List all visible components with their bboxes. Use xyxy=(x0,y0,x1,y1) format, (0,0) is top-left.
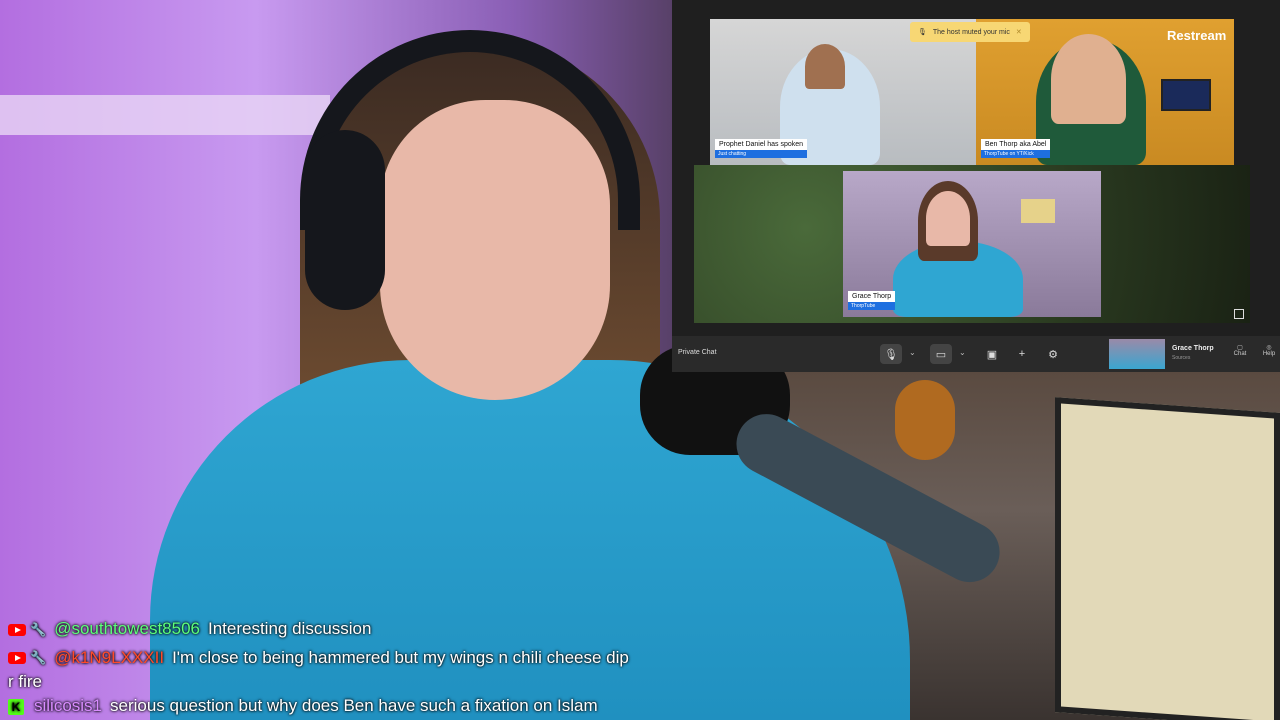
expand-icon[interactable] xyxy=(1234,309,1244,319)
muted-text: The host muted your mic xyxy=(932,28,1010,36)
chat-icon: ▢ xyxy=(1237,345,1243,351)
host-thumbnail[interactable] xyxy=(1109,339,1165,369)
help-button[interactable]: ◎ Help xyxy=(1258,344,1280,357)
chat-overlay: 🔧 @southtowest8506 Interesting discussion … xyxy=(0,615,900,720)
help-icon: ◎ xyxy=(1266,345,1272,351)
tv xyxy=(1161,79,1211,111)
mic-muted-icon: 🎙 xyxy=(918,29,927,36)
camera-icon[interactable]: ▭ xyxy=(930,344,952,364)
wrench-icon: 🔧 xyxy=(30,621,47,637)
chat-username: @k1N9LXXXII xyxy=(54,647,165,667)
meeting-toolbar: Private Chat 🎙 ⌄ ▭ ⌄ ▣ + ⚙ Grace Thorp S… xyxy=(672,336,1280,372)
participant-name: Ben Thorp aka Abel xyxy=(985,141,1047,148)
chat-message: Ksilicosis1 serious question but why does… xyxy=(0,692,900,720)
chat-username: @southtowest8506 xyxy=(54,619,200,638)
lamp xyxy=(895,380,955,460)
lamp-shade xyxy=(1021,199,1055,223)
headphone-cup xyxy=(305,130,385,310)
participant-subtitle: ThorpTube on YT/Kick xyxy=(981,150,1051,158)
participant-head xyxy=(805,44,845,89)
share-screen-icon[interactable]: ▣ xyxy=(981,344,1003,364)
participant-name: Prophet Daniel has spoken xyxy=(719,141,804,148)
participant-name-tag: Prophet Daniel has spoken Just chatting xyxy=(715,139,808,158)
chat-text: serious question but why does Ben have s… xyxy=(110,696,598,716)
chevron-down-icon[interactable]: ⌄ xyxy=(909,348,916,357)
chat-text: Interesting discussion xyxy=(207,619,372,638)
participant-head xyxy=(1051,34,1126,124)
chat-text: I'm close to being hammered but my wings… xyxy=(172,647,629,667)
mic-icon[interactable]: 🎙 xyxy=(880,344,902,364)
participant-subtitle: Just chatting xyxy=(715,150,808,158)
plus-icon[interactable]: + xyxy=(1011,344,1033,364)
chat-message: 🔧 @k1N9LXXXII I'm close to being hammered … xyxy=(0,644,900,673)
meeting-window: Prophet Daniel has spoken Just chatting … xyxy=(672,0,1280,372)
participant-name-tag: Ben Thorp aka Abel ThorpTube on YT/Kick xyxy=(981,139,1051,158)
shelf xyxy=(0,95,330,135)
chat-username: silicosis1 xyxy=(34,696,103,716)
restream-logo: Restream xyxy=(1167,28,1227,43)
muted-notification: 🎙 The host muted your mic ✕ xyxy=(910,22,1030,42)
help-label: Help xyxy=(1262,351,1276,357)
chevron-down-icon[interactable]: ⌄ xyxy=(959,348,966,357)
wrench-icon: 🔧 xyxy=(30,650,47,666)
poster xyxy=(1055,397,1280,720)
participant-name: Grace Thorp xyxy=(852,293,892,300)
participant-name-tag: Grace Thorp ThorpTube xyxy=(848,291,896,310)
host-name: Grace Thorp xyxy=(1172,345,1214,352)
host-subtitle: Sources xyxy=(1172,355,1191,361)
chat-message: 🔧 @southtowest8506 Interesting discussion xyxy=(0,615,900,644)
gear-icon[interactable]: ⚙ xyxy=(1042,344,1064,364)
chat-button[interactable]: ▢ Chat xyxy=(1228,344,1252,357)
participant-tile-grace[interactable]: Grace Thorp ThorpTube xyxy=(843,171,1101,317)
private-chat-button[interactable]: Private Chat xyxy=(678,349,717,356)
youtube-icon xyxy=(8,623,26,636)
youtube-icon xyxy=(8,652,26,665)
chat-message-continuation: r fire xyxy=(8,672,42,692)
participant-head xyxy=(926,191,970,246)
kick-icon: K xyxy=(8,698,24,715)
participant-subtitle: ThorpTube xyxy=(848,302,896,310)
chat-label: Chat xyxy=(1233,351,1247,357)
close-icon[interactable]: ✕ xyxy=(1016,28,1022,36)
